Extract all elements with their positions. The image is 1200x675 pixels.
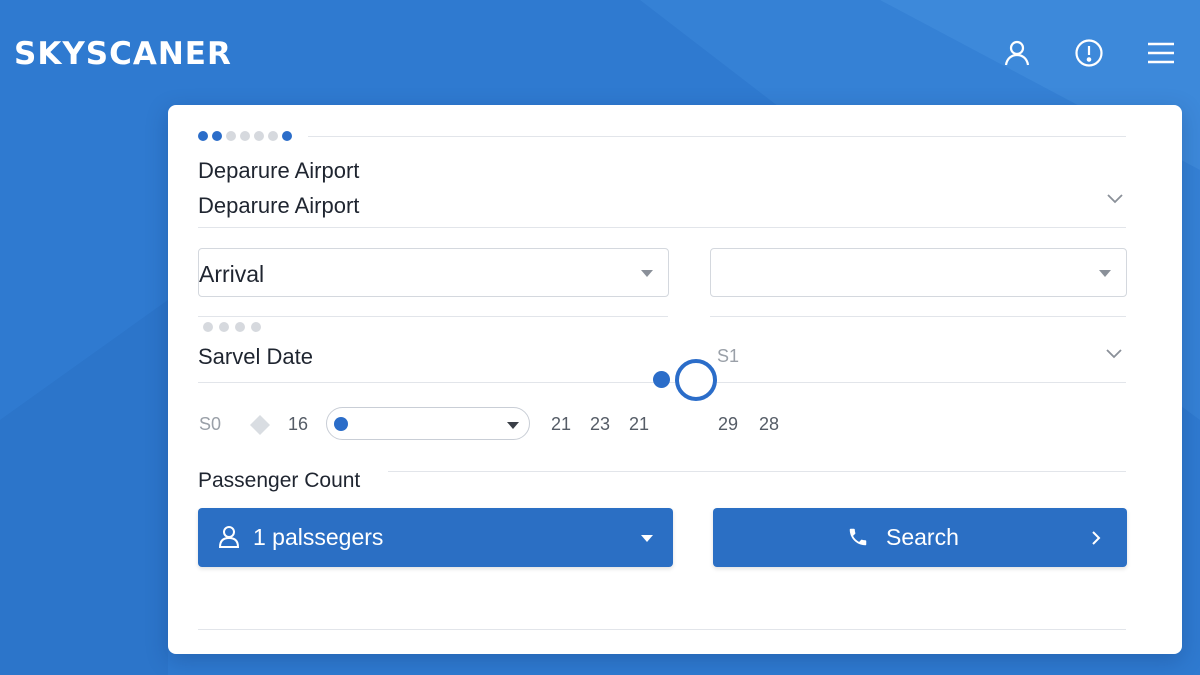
progress-step xyxy=(212,131,222,141)
date-picker-select[interactable] xyxy=(326,407,530,440)
search-button-label: Search xyxy=(886,524,959,550)
search-form-card: Deparure Airport Deparure Airport Arriva… xyxy=(168,105,1182,654)
header-actions xyxy=(1000,38,1178,68)
date-number[interactable]: 23 xyxy=(590,414,610,435)
divider xyxy=(198,629,1126,630)
passenger-count-label: Passenger Count xyxy=(198,469,361,492)
date-step xyxy=(235,322,245,332)
info-icon[interactable] xyxy=(1072,38,1106,68)
menu-icon[interactable] xyxy=(1144,38,1178,68)
date-step xyxy=(251,322,261,332)
date-step-dots xyxy=(203,322,261,332)
date-range-end-handle[interactable] xyxy=(675,359,717,401)
arrival-value: Arrival xyxy=(199,261,265,287)
progress-step xyxy=(240,131,250,141)
arrival-secondary-select[interactable] xyxy=(710,248,1127,297)
passenger-count-value: 1 palssegers xyxy=(253,524,384,550)
date-number[interactable]: 29 xyxy=(718,414,738,435)
progress-step xyxy=(268,131,278,141)
caret-down-icon xyxy=(641,270,653,277)
date-number[interactable]: 21 xyxy=(629,414,649,435)
form-progress xyxy=(198,131,292,141)
progress-step xyxy=(282,131,292,141)
date-range-start-handle[interactable] xyxy=(653,371,670,388)
progress-step xyxy=(198,131,208,141)
chevron-down-icon[interactable] xyxy=(1105,348,1123,360)
brand-logo[interactable]: SKYSCANER xyxy=(14,36,232,72)
plane-icon xyxy=(250,415,270,435)
chevron-down-icon[interactable] xyxy=(1106,193,1124,205)
passenger-count-select[interactable]: 1 palssegers xyxy=(198,508,673,567)
date-step xyxy=(203,322,213,332)
departure-label: Deparure Airport xyxy=(198,158,360,183)
divider xyxy=(198,316,668,317)
progress-step xyxy=(254,131,264,141)
travel-date-end-value: S1 xyxy=(717,346,740,366)
date-number[interactable]: S0 xyxy=(199,414,221,435)
caret-down-icon xyxy=(507,422,519,429)
caret-down-icon xyxy=(1099,270,1111,277)
chevron-right-icon xyxy=(1092,531,1101,545)
date-number[interactable]: 21 xyxy=(551,414,571,435)
caret-down-icon xyxy=(641,535,653,542)
divider xyxy=(388,471,1126,472)
divider xyxy=(308,136,1126,137)
search-button[interactable]: Search xyxy=(713,508,1127,567)
progress-step xyxy=(226,131,236,141)
arrival-select[interactable]: Arrival xyxy=(198,248,669,297)
travel-date-label: Sarvel Date xyxy=(198,344,313,369)
divider xyxy=(710,316,1126,317)
user-icon[interactable] xyxy=(1000,38,1034,68)
phone-icon xyxy=(849,528,867,546)
date-number[interactable]: 28 xyxy=(759,414,779,435)
divider xyxy=(198,227,1126,228)
date-step xyxy=(219,322,229,332)
date-number[interactable]: 16 xyxy=(288,414,308,435)
person-icon xyxy=(218,526,240,548)
selected-date-dot xyxy=(334,417,348,431)
departure-airport-select[interactable]: Deparure Airport xyxy=(198,193,359,219)
